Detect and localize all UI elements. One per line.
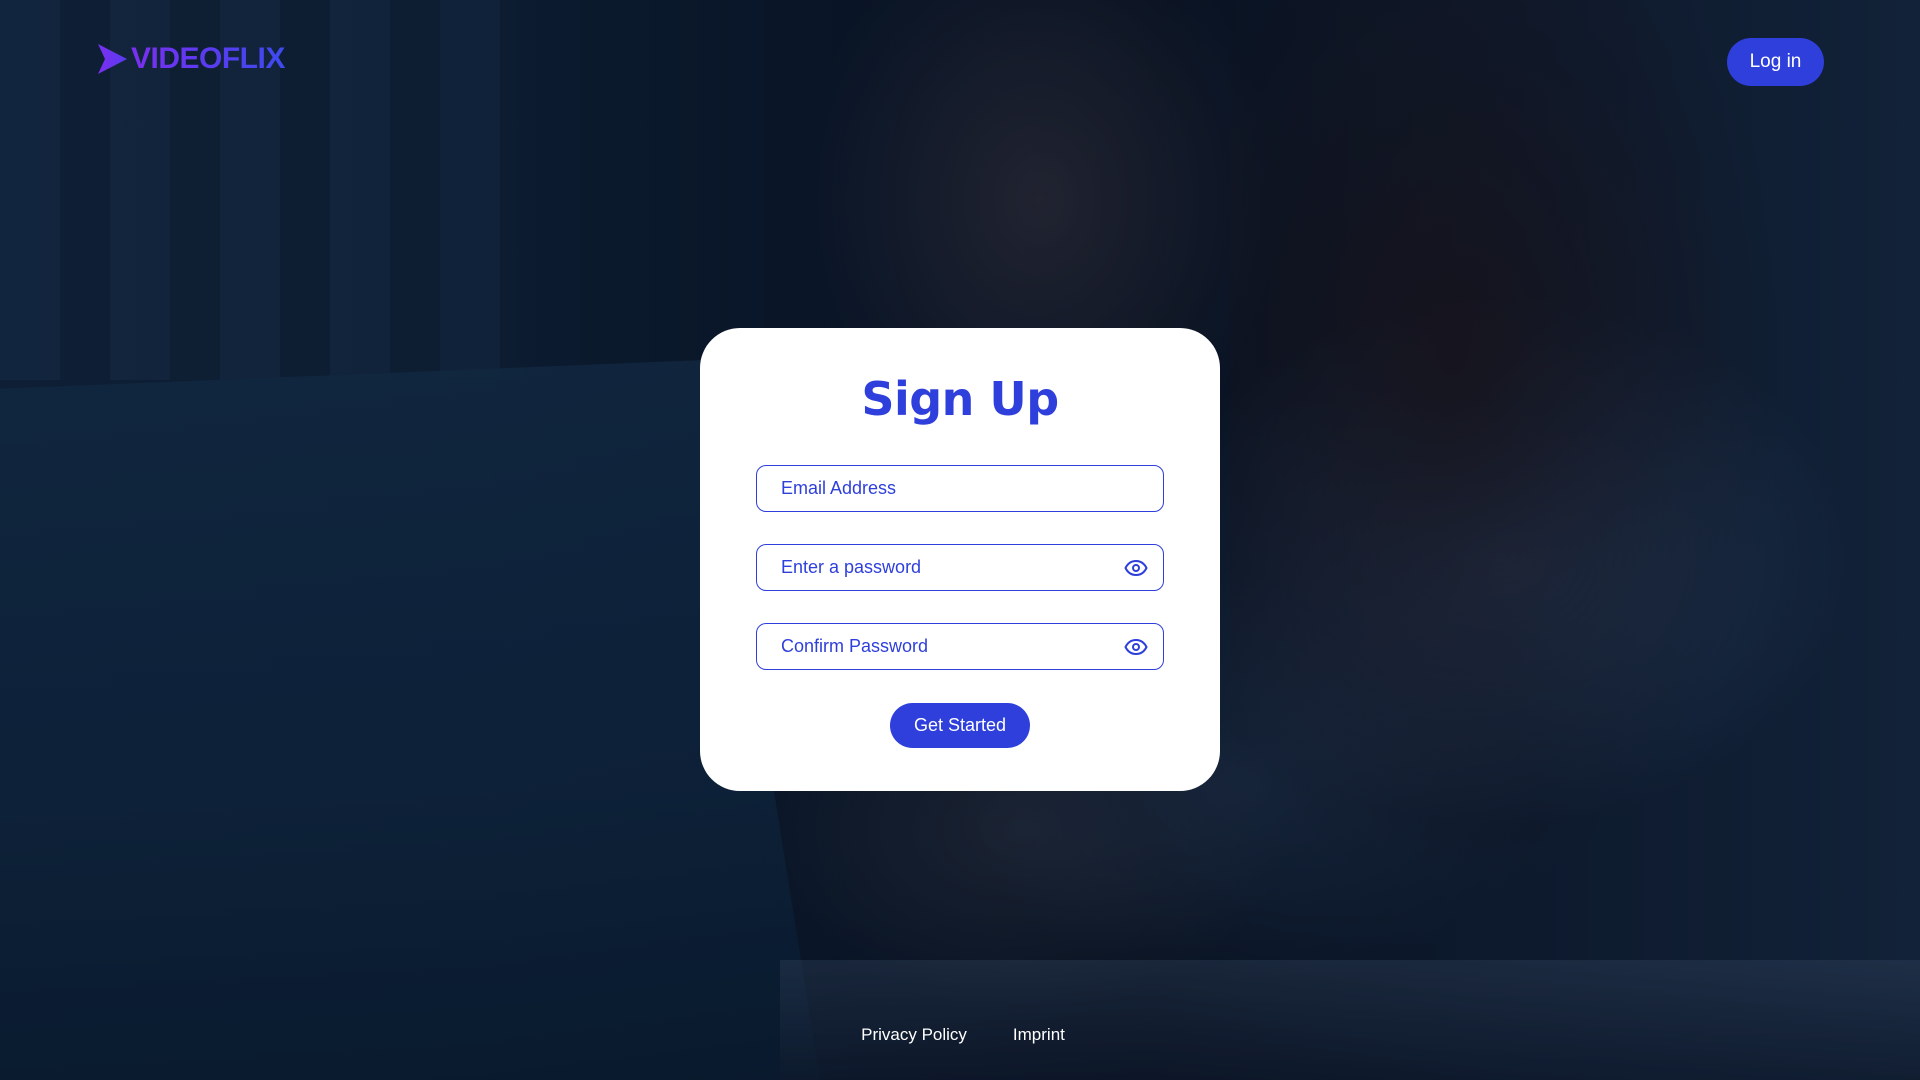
footer: Privacy Policy Imprint bbox=[0, 1025, 1920, 1045]
email-input[interactable] bbox=[781, 466, 1149, 511]
eye-icon[interactable] bbox=[1123, 555, 1149, 581]
page-title: Sign Up bbox=[861, 372, 1059, 426]
chevron-play-icon bbox=[98, 44, 127, 74]
signup-page: VIDEOFLIX Log in Sign Up Email Address G… bbox=[0, 0, 1920, 1080]
privacy-policy-link[interactable]: Privacy Policy bbox=[861, 1025, 967, 1045]
signup-card: Sign Up Get Started bbox=[700, 328, 1220, 791]
imprint-link[interactable]: Imprint bbox=[1013, 1025, 1065, 1045]
confirm-password-input[interactable] bbox=[781, 624, 1115, 669]
get-started-button[interactable]: Get Started bbox=[890, 703, 1030, 748]
email-field[interactable] bbox=[756, 465, 1164, 512]
login-button[interactable]: Log in bbox=[1727, 38, 1824, 86]
brand-name: VIDEOFLIX bbox=[131, 42, 285, 75]
brand-logo[interactable]: VIDEOFLIX bbox=[95, 42, 285, 76]
eye-icon[interactable] bbox=[1123, 634, 1149, 660]
password-field[interactable] bbox=[756, 544, 1164, 591]
password-input[interactable] bbox=[781, 545, 1115, 590]
confirm-password-field[interactable] bbox=[756, 623, 1164, 670]
